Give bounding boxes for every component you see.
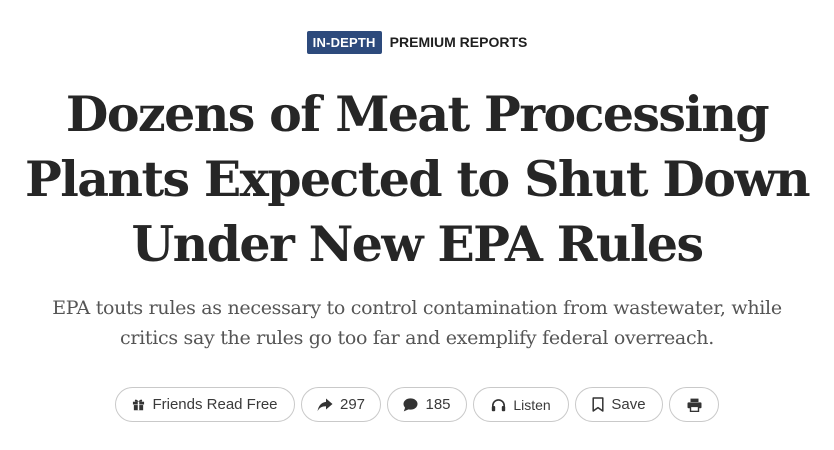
bookmark-icon	[592, 397, 604, 412]
share-count: 297	[339, 396, 366, 413]
headline-line: Plants Expected to Shut Down	[25, 150, 811, 208]
listen-label: Listen	[513, 396, 551, 413]
gift-icon	[132, 398, 145, 411]
print-button[interactable]	[669, 387, 719, 422]
friends-read-free-button[interactable]: Friends Read Free	[115, 387, 295, 422]
listen-button[interactable]: Listen	[473, 387, 569, 422]
article-toolbar: Friends Read Free 297 185 Listen Save	[0, 387, 834, 422]
share-arrow-icon	[317, 398, 333, 412]
in-depth-badge[interactable]: IN-DEPTH	[306, 31, 382, 54]
headphones-icon	[491, 398, 506, 412]
friends-read-free-label: Friends Read Free	[152, 396, 278, 413]
comments-button[interactable]: 185	[387, 387, 467, 422]
comment-count: 185	[425, 396, 451, 413]
headline-line: Under New EPA Rules	[131, 215, 705, 273]
article-headline: Dozens of Meat Processing Plants Expecte…	[20, 82, 814, 277]
share-button[interactable]: 297	[301, 387, 381, 422]
article-subheadline: EPA touts rules as necessary to control …	[30, 293, 804, 353]
comment-bubble-icon	[403, 397, 418, 412]
save-label: Save	[611, 396, 646, 413]
printer-icon	[687, 398, 702, 412]
subheadline-line: critics say the rules go too far and exe…	[120, 327, 714, 349]
headline-line: Dozens of Meat Processing	[65, 85, 770, 143]
subheadline-line: EPA touts rules as necessary to control …	[52, 297, 782, 319]
save-button[interactable]: Save	[575, 387, 663, 422]
section-label[interactable]: PREMIUM REPORTS	[390, 34, 528, 51]
article-kicker: IN-DEPTH PREMIUM REPORTS	[0, 31, 834, 54]
